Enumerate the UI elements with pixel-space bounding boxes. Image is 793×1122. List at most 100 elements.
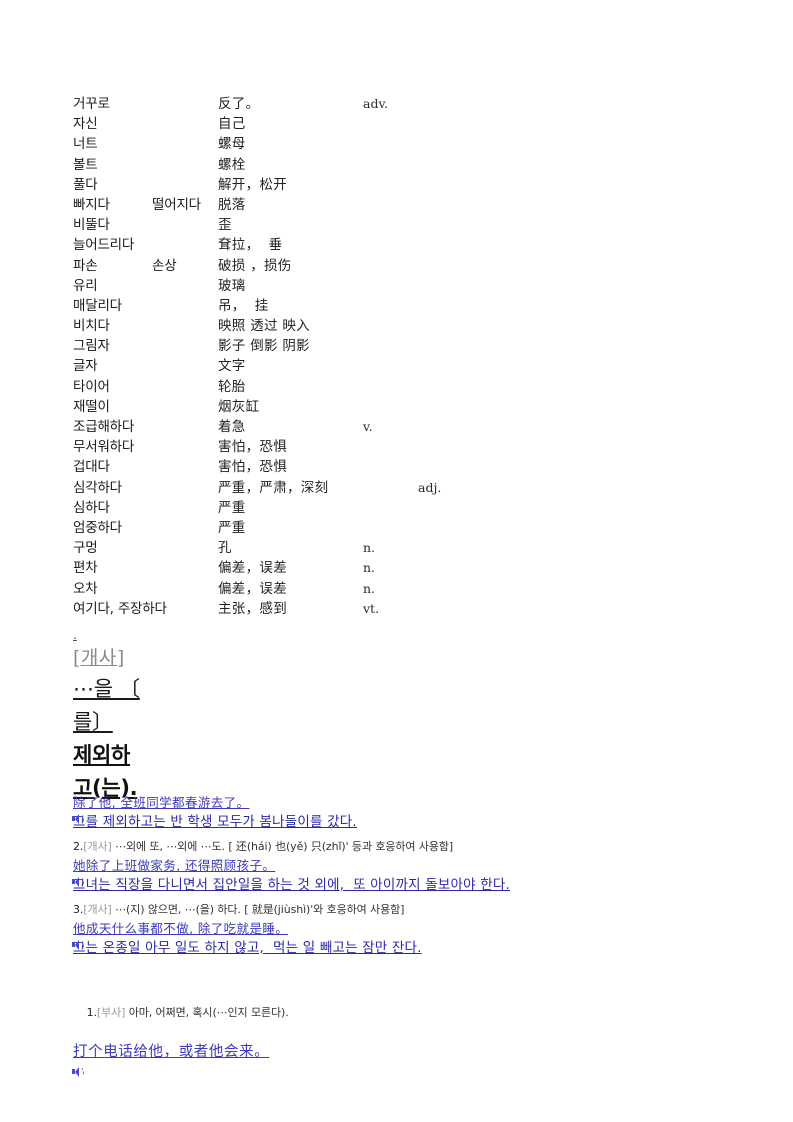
speaker-icon[interactable] <box>72 814 84 824</box>
vocab-korean: 풀다 <box>73 176 98 193</box>
vocab-korean-alt: 떨어지다 <box>152 196 201 213</box>
vocab-chinese: 严重 <box>218 499 246 516</box>
example-chinese[interactable]: 打个电话给他，或者他会来。 <box>73 1041 733 1063</box>
sense-definition: ⋯(지) 않으면, ⋯(을) 하다. [ 就是(jiùshì)'와 호응하여 사… <box>111 903 405 916</box>
vocab-korean: 파손 <box>73 257 98 274</box>
vocabulary-list: 거꾸로 反了。 adv. 자신 自己 너트 螺母 볼트 螺栓 풀다 解开，松开 빠지다 떨어지다 脱落 비뚤… <box>73 92 493 617</box>
speaker-icon[interactable] <box>72 877 84 887</box>
entry-list: 除了他, 全班同学都春游去了。 그를 제외하고는 반 학생 모두가 봄나들이를 갔… <box>72 793 733 961</box>
vocab-korean: 자신 <box>73 116 98 133</box>
vocab-chinese: 严重 <box>218 519 246 536</box>
vocab-pos: adj. <box>418 479 442 495</box>
vocab-korean: 겁대다 <box>73 459 110 476</box>
sense-line: 2.[개사] ⋯외에 또, ⋯외에 ⋯도. [ 还(hái) 也(yě) 只(z… <box>73 837 733 856</box>
vocab-korean: 조급해하다 <box>73 419 135 435</box>
vocab-chinese: 偏差，误差 <box>218 580 287 597</box>
vocab-korean: 비치다 <box>73 318 110 335</box>
vocabulary-row: 편차 偏差，误差 n. <box>73 556 493 576</box>
vocab-chinese: 影子 倒影 阴影 <box>218 338 310 355</box>
sense-pos-label: [부사] <box>96 1006 126 1019</box>
vocabulary-row: 자신 自己 <box>73 112 493 132</box>
vocab-korean: 거꾸로 <box>73 96 110 112</box>
entry-block: 除了他, 全班同学都春游去了。 그를 제외하고는 반 학생 모두가 봄나들이를 갔… <box>72 793 733 833</box>
headword-line-2: 를〕 <box>73 710 113 734</box>
sense-pos-label: [개사] <box>83 903 112 916</box>
vocabulary-row: 타이어 轮胎 <box>73 375 493 395</box>
vocab-pos: v. <box>363 419 373 434</box>
vocabulary-row: 오차 偏差，误差 n. <box>73 577 493 597</box>
headword-line-1: ⋯을 〔 <box>73 677 140 701</box>
example-chinese[interactable]: 除了他, 全班同学都春游去了。 <box>73 793 733 812</box>
vocab-chinese: 玻璃 <box>218 277 246 294</box>
vocab-chinese: 反了。 <box>218 96 260 112</box>
vocab-chinese: 螺母 <box>218 136 246 153</box>
vocab-pos: n. <box>363 580 376 596</box>
vocab-korean: 비뚤다 <box>73 217 110 234</box>
vocab-pos: adv. <box>363 96 389 111</box>
vocab-korean: 너트 <box>73 136 98 153</box>
vocabulary-row: 심각하다 严重，严肃，深刻 adj. <box>73 476 493 496</box>
vocab-korean: 심각하다 <box>73 479 122 496</box>
vocab-chinese: 耷拉， 垂 <box>218 237 283 254</box>
headword-line-3: 제외하 <box>73 743 131 767</box>
example-korean[interactable]: 그녀는 직장을 다니면서 집안일을 하는 것 외에, 또 아이까지 돌보아야 한… <box>72 875 733 896</box>
vocab-korean: 재떨이 <box>73 398 110 415</box>
vocab-chinese: 轮胎 <box>218 378 246 395</box>
example-chinese[interactable]: 她除了上班做家务, 还得照顾孩子。 <box>73 856 733 875</box>
vocab-chinese: 偏差，误差 <box>218 560 287 577</box>
vocab-chinese: 严重，严肃，深刻 <box>218 479 329 496</box>
vocabulary-row: 구멍 孔 n. <box>73 536 493 556</box>
vocabulary-row: 풀다 解开，松开 <box>73 173 493 193</box>
example-korean[interactable]: 그를 제외하고는 반 학생 모두가 봄나들이를 갔다. <box>72 812 733 833</box>
vocabulary-row: 늘어드리다 耷拉， 垂 <box>73 233 493 253</box>
vocab-chinese: 害怕，恐惧 <box>218 459 287 476</box>
headword-pos-label: [개사] <box>73 647 125 669</box>
sense-number: 2. <box>73 840 84 853</box>
vocab-chinese: 螺栓 <box>218 156 246 173</box>
vocab-chinese: 歪 <box>218 217 232 234</box>
vocab-chinese: 吊， 挂 <box>218 297 269 314</box>
vocab-korean: 타이어 <box>73 378 110 395</box>
vocab-korean: 유리 <box>73 277 98 294</box>
vocabulary-row: 여기다, 주장하다 主张，感到 vt. <box>73 597 493 617</box>
vocabulary-row: 비뚤다 歪 <box>73 213 493 233</box>
vocabulary-row: 비치다 映照 透过 映入 <box>73 314 493 334</box>
example-korean-text: 그를 제외하고는 반 학생 모두가 봄나들이를 갔다. <box>73 814 357 830</box>
speaker-icon[interactable] <box>72 940 84 950</box>
example-chinese[interactable]: 他成天什么事都不做, 除了吃就是睡。 <box>73 919 733 938</box>
headword-dot: . <box>73 628 77 642</box>
sense-definition: 아마, 어쩌면, 혹시(⋯인지 모른다). <box>125 1006 289 1019</box>
vocab-chinese: 主张，感到 <box>218 600 287 617</box>
example-korean[interactable]: 그는 온종일 아무 일도 하지 않고, 먹는 일 빼고는 잠만 잔다. <box>72 938 733 959</box>
vocabulary-row: 엄중하다 严重 <box>73 516 493 536</box>
vocabulary-row: 유리 玻璃 <box>73 274 493 294</box>
vocab-korean: 빠지다 <box>73 196 110 213</box>
vocab-korean: 무서워하다 <box>73 439 135 456</box>
vocab-pos: n. <box>363 540 376 556</box>
vocab-korean: 편차 <box>73 560 98 577</box>
vocab-chinese: 害怕，恐惧 <box>218 439 287 456</box>
speaker-icon-row[interactable] <box>72 1064 733 1077</box>
vocabulary-row: 조급해하다 着急 v. <box>73 415 493 435</box>
vocab-chinese: 孔 <box>218 540 232 557</box>
vocabulary-row: 빠지다 떨어지다 脱落 <box>73 193 493 213</box>
vocab-korean: 여기다, 주장하다 <box>73 600 167 617</box>
example-korean-text: 그는 온종일 아무 일도 하지 않고, 먹는 일 빼고는 잠만 잔다. <box>73 940 422 956</box>
vocab-chinese: 破损 ，损伤 <box>218 257 292 274</box>
vocab-chinese: 映照 透过 映入 <box>218 318 310 335</box>
sense-line: 3.[개사] ⋯(지) 않으면, ⋯(을) 하다. [ 就是(jiùshì)'와… <box>73 900 733 919</box>
entry-block: 2.[개사] ⋯외에 또, ⋯외에 ⋯도. [ 还(hái) 也(yě) 只(z… <box>72 837 733 896</box>
vocab-chinese: 文字 <box>218 358 246 375</box>
vocabulary-row: 무서워하다 害怕，恐惧 <box>73 435 493 455</box>
vocab-pos: n. <box>363 560 376 576</box>
example-korean-text: 그녀는 직장을 다니면서 집안일을 하는 것 외에, 또 아이까지 돌보아야 한… <box>73 877 510 893</box>
vocabulary-row: 거꾸로 反了。 adv. <box>73 92 493 112</box>
vocabulary-row: 그림자 影子 倒影 阴影 <box>73 334 493 354</box>
vocabulary-row: 재떨이 烟灰缸 <box>73 395 493 415</box>
vocab-korean: 심하다 <box>73 499 110 516</box>
speaker-icon[interactable] <box>72 1067 84 1077</box>
vocab-korean: 그림자 <box>73 338 110 355</box>
vocab-korean: 매달리다 <box>73 297 122 314</box>
vocab-korean: 늘어드리다 <box>73 237 135 254</box>
vocab-chinese: 着急 <box>218 419 246 435</box>
